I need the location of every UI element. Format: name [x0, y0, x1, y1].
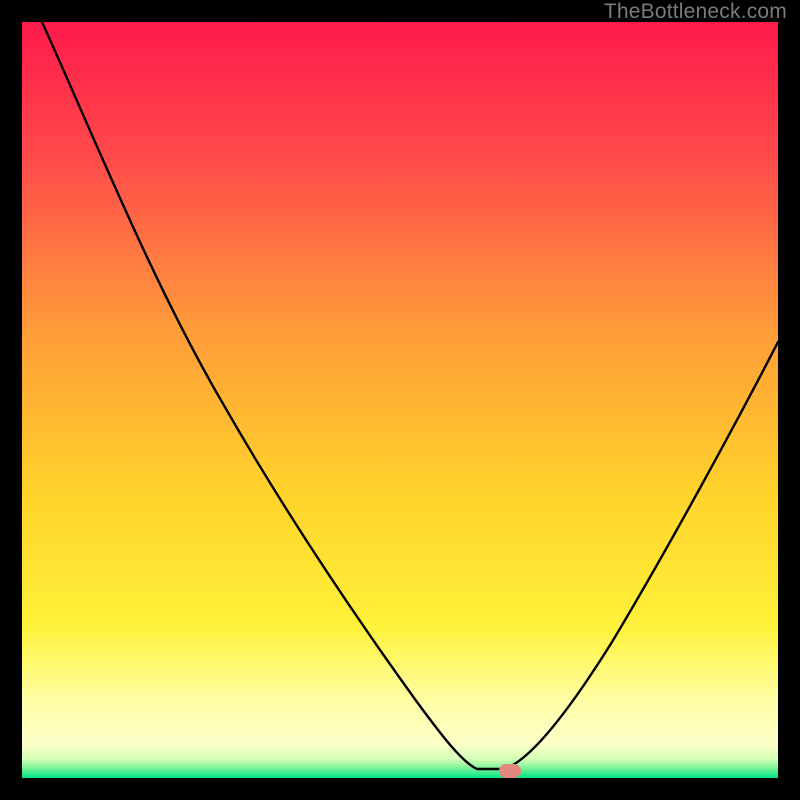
bottleneck-curve: [22, 22, 778, 778]
minimum-marker: [499, 764, 521, 778]
plot-area: [22, 22, 778, 778]
chart-frame: { "watermark": "TheBottleneck.com", "cha…: [0, 0, 800, 800]
watermark-text: TheBottleneck.com: [604, 0, 787, 24]
